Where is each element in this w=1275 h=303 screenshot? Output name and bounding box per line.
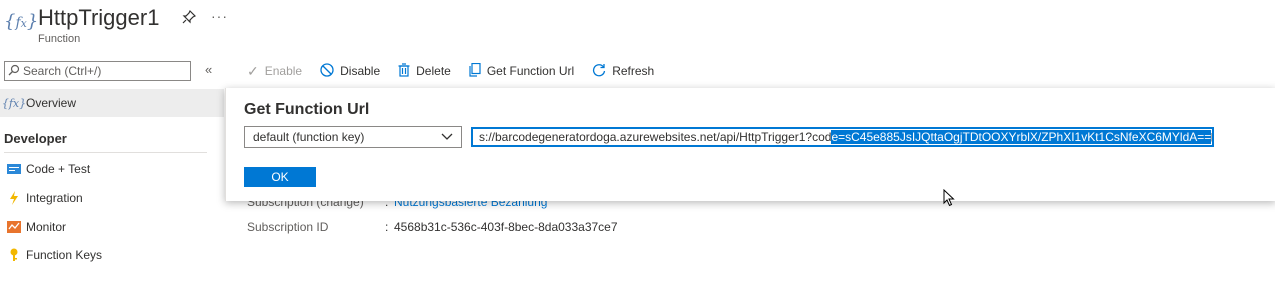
- sidebar-item-monitor[interactable]: Monitor: [0, 215, 66, 239]
- sidebar-section-heading: Developer: [4, 131, 67, 146]
- enable-button[interactable]: ✓ Enable: [247, 63, 302, 80]
- subscription-id-label: Subscription ID: [247, 220, 329, 234]
- delete-button[interactable]: Delete: [398, 62, 451, 80]
- disable-button[interactable]: Disable: [320, 62, 381, 80]
- sidebar-item-label: Monitor: [26, 220, 67, 234]
- function-key-dropdown[interactable]: default (function key): [244, 126, 462, 148]
- subscription-id-value: 4568b31c-536c-403f-8bec-8da033a37ce7: [394, 220, 618, 234]
- chevron-down-icon: [441, 130, 453, 144]
- sidebar-item-function-keys[interactable]: Function Keys: [0, 243, 102, 267]
- disable-label: Disable: [340, 64, 381, 78]
- sidebar-item-label: Overview: [26, 96, 77, 110]
- checkmark-icon: ✓: [247, 62, 259, 79]
- function-url-field[interactable]: s://barcodegeneratordoga.azurewebsites.n…: [471, 127, 1214, 147]
- function-icon: {fx}: [4, 11, 39, 32]
- delete-label: Delete: [416, 64, 451, 78]
- dialog-title: Get Function Url: [244, 101, 370, 118]
- function-icon: {fx}: [1, 96, 27, 110]
- url-text: s://barcodegeneratordoga.azurewebsites.n…: [479, 130, 832, 144]
- mouse-cursor-icon: [943, 188, 955, 210]
- copy-to-clipboard-icon[interactable]: [1211, 130, 1212, 145]
- lightning-icon: [4, 191, 24, 205]
- subscription-id-separator: :: [385, 220, 389, 234]
- get-function-url-label: Get Function Url: [486, 64, 575, 78]
- sidebar-item-code-test[interactable]: Code + Test: [0, 157, 90, 181]
- pin-icon[interactable]: [182, 9, 197, 27]
- sidebar-item-label: Function Keys: [26, 248, 103, 262]
- sidebar-item-label: Integration: [26, 191, 83, 205]
- search-box[interactable]: [4, 61, 191, 81]
- command-bar: ✓ Enable Disable Delete Get Function Url…: [247, 60, 672, 82]
- sidebar-item-label: Code + Test: [26, 162, 91, 176]
- page-title: HttpTrigger1: [38, 5, 160, 30]
- divider: [4, 152, 207, 153]
- refresh-label: Refresh: [612, 64, 655, 78]
- key-icon: [4, 248, 24, 262]
- trash-icon: [398, 62, 410, 80]
- page-subtitle: Function: [38, 33, 81, 45]
- dropdown-selected-value: default (function key): [253, 130, 365, 144]
- get-function-url-button[interactable]: Get Function Url: [469, 62, 575, 80]
- block-icon: [320, 62, 334, 80]
- code-icon: [4, 164, 24, 174]
- monitor-icon: [4, 221, 24, 233]
- search-icon: [5, 64, 23, 79]
- ok-button[interactable]: OK: [244, 167, 316, 187]
- search-input[interactable]: [23, 64, 183, 78]
- sidebar-item-overview[interactable]: {fx} Overview: [0, 89, 224, 117]
- url-selected-text: e=sC45e885JsIJQttaOgjTDtOOXYrblX/ZPhXI1v…: [831, 130, 1212, 144]
- copy-icon: [469, 62, 481, 80]
- collapse-sidebar-icon[interactable]: «: [205, 62, 212, 77]
- get-function-url-dialog: Get Function Url default (function key) …: [225, 88, 1275, 201]
- sidebar-item-integration[interactable]: Integration: [0, 186, 83, 210]
- refresh-icon: [592, 63, 606, 80]
- enable-label: Enable: [264, 64, 303, 78]
- refresh-button[interactable]: Refresh: [592, 63, 654, 80]
- more-options-icon[interactable]: ···: [211, 8, 228, 24]
